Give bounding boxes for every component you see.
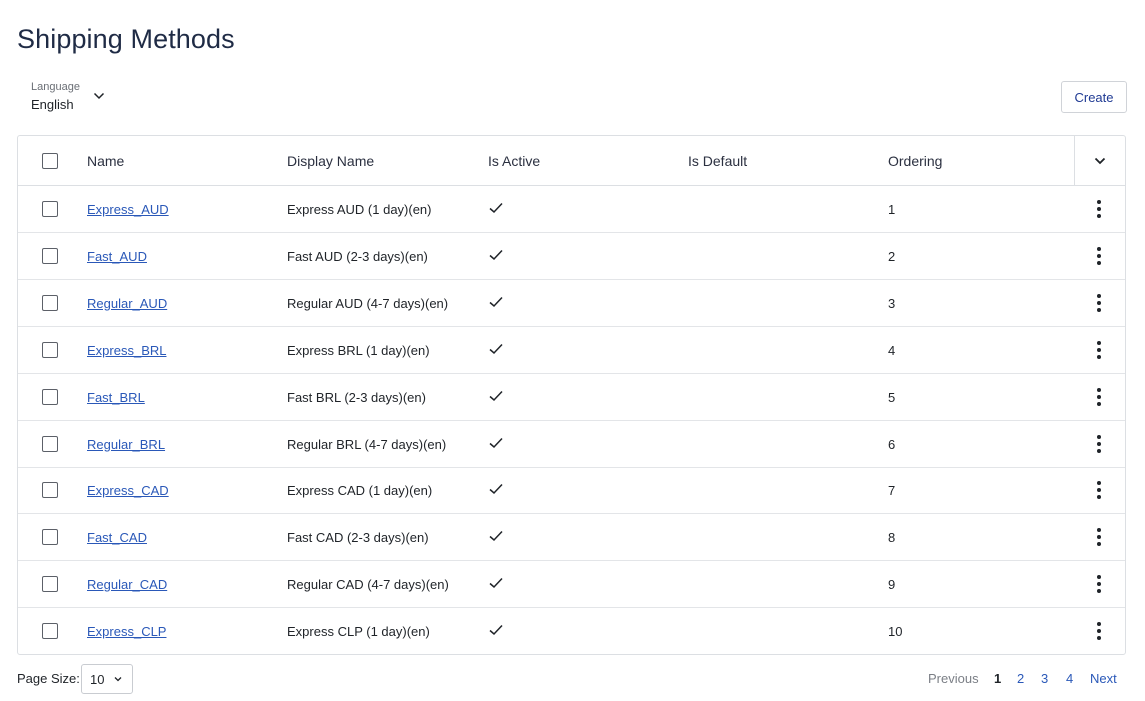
- check-icon: [489, 437, 503, 448]
- table-row: Express_CAD Express CAD (1 day)(en) 7: [18, 467, 1125, 515]
- check-icon: [489, 343, 503, 354]
- ordering-cell: 2: [888, 248, 896, 264]
- table-row: Express_CLP Express CLP (1 day)(en) 10: [18, 608, 1125, 654]
- display-name-cell: Regular AUD (4-7 days)(en): [287, 295, 449, 311]
- chevron-down-icon: [115, 677, 122, 682]
- table-row: Fast_BRL Fast BRL (2-3 days)(en) 5: [18, 374, 1125, 421]
- ordering-cell: 8: [888, 530, 896, 546]
- pagination-page-2[interactable]: 2: [1017, 671, 1024, 686]
- ordering-cell: 5: [888, 389, 896, 405]
- row-actions-menu-icon[interactable]: [1090, 573, 1108, 595]
- language-label: Language: [31, 81, 80, 93]
- row-actions-menu-icon[interactable]: [1090, 386, 1108, 408]
- shipping-method-name-link[interactable]: Express_AUD: [87, 202, 169, 217]
- pagination-previous[interactable]: Previous: [928, 671, 979, 686]
- shipping-method-name-link[interactable]: Express_CAD: [87, 483, 169, 498]
- table-row: Express_AUD Express AUD (1 day)(en) 1: [18, 186, 1125, 233]
- display-name-cell: Express CLP (1 day)(en): [287, 624, 430, 640]
- page-size-select[interactable]: 10: [81, 664, 133, 694]
- shipping-method-name-link[interactable]: Fast_CAD: [87, 530, 147, 545]
- check-icon: [489, 578, 503, 589]
- check-icon: [489, 625, 503, 636]
- shipping-method-name-link[interactable]: Regular_AUD: [87, 296, 167, 311]
- row-select-checkbox[interactable]: [42, 388, 58, 405]
- check-icon: [489, 296, 503, 307]
- check-icon: [489, 531, 503, 542]
- table-row: Regular_CAD Regular CAD (4-7 days)(en) 9: [18, 561, 1125, 609]
- row-select-checkbox[interactable]: [42, 341, 58, 358]
- table-row: Fast_CAD Fast CAD (2-3 days)(en) 8: [18, 514, 1125, 562]
- column-header-is-active[interactable]: Is Active: [488, 153, 540, 169]
- ordering-cell: 3: [888, 295, 896, 311]
- column-header-is-default[interactable]: Is Default: [688, 153, 747, 169]
- shipping-method-name-link[interactable]: Fast_AUD: [87, 249, 147, 264]
- chevron-down-icon: [1094, 157, 1106, 164]
- table-row: Fast_AUD Fast AUD (2-3 days)(en) 2: [18, 233, 1125, 280]
- row-select-checkbox[interactable]: [42, 247, 58, 264]
- table-header: Name Display Name Is Active Is Default O…: [18, 136, 1125, 186]
- display-name-cell: Express CAD (1 day)(en): [287, 483, 433, 499]
- ordering-cell: 4: [888, 342, 896, 358]
- chevron-down-icon: [93, 92, 104, 100]
- check-icon: [489, 484, 503, 495]
- row-select-checkbox[interactable]: [42, 201, 58, 217]
- row-actions-menu-icon[interactable]: [1090, 292, 1108, 314]
- display-name-cell: Express BRL (1 day)(en): [287, 342, 430, 358]
- pagination-page-4[interactable]: 4: [1066, 671, 1073, 686]
- column-options-button[interactable]: [1074, 136, 1125, 185]
- row-actions-menu-icon[interactable]: [1090, 339, 1108, 361]
- check-icon: [489, 390, 503, 401]
- column-header-display-name[interactable]: Display Name: [287, 153, 374, 169]
- row-actions-menu-icon[interactable]: [1090, 526, 1108, 548]
- pagination-page-3[interactable]: 3: [1041, 671, 1048, 686]
- row-select-checkbox[interactable]: [42, 435, 58, 452]
- row-actions-menu-icon[interactable]: [1090, 245, 1108, 267]
- column-header-name[interactable]: Name: [87, 153, 124, 169]
- display-name-cell: Regular BRL (4-7 days)(en): [287, 436, 447, 452]
- ordering-cell: 10: [888, 624, 903, 640]
- ordering-cell: 1: [888, 202, 896, 217]
- shipping-methods-table: Name Display Name Is Active Is Default O…: [17, 135, 1126, 655]
- ordering-cell: 6: [888, 436, 896, 452]
- shipping-method-name-link[interactable]: Fast_BRL: [87, 390, 145, 405]
- page-size-value: 10: [90, 671, 105, 687]
- pagination-next[interactable]: Next: [1090, 671, 1117, 686]
- shipping-method-name-link[interactable]: Regular_CAD: [87, 577, 167, 592]
- row-actions-menu-icon[interactable]: [1090, 620, 1108, 642]
- row-select-checkbox[interactable]: [42, 576, 58, 593]
- check-icon: [489, 249, 503, 260]
- page-title: Shipping Methods: [17, 24, 235, 54]
- row-actions-menu-icon[interactable]: [1090, 198, 1108, 220]
- shipping-method-name-link[interactable]: Express_CLP: [87, 624, 166, 639]
- display-name-cell: Fast AUD (2-3 days)(en): [287, 248, 428, 264]
- shipping-method-name-link[interactable]: Express_BRL: [87, 343, 166, 358]
- create-button[interactable]: Create: [1061, 81, 1127, 113]
- row-select-checkbox[interactable]: [42, 623, 58, 640]
- display-name-cell: Regular CAD (4-7 days)(en): [287, 577, 449, 593]
- display-name-cell: Fast BRL (2-3 days)(en): [287, 389, 426, 405]
- language-select[interactable]: Language English: [31, 81, 106, 113]
- table-row: Express_BRL Express BRL (1 day)(en) 4: [18, 327, 1125, 374]
- pagination-page-1[interactable]: 1: [994, 671, 1001, 686]
- check-icon: [489, 202, 503, 214]
- row-actions-menu-icon[interactable]: [1090, 479, 1108, 501]
- shipping-method-name-link[interactable]: Regular_BRL: [87, 437, 165, 452]
- table-row: Regular_AUD Regular AUD (4-7 days)(en) 3: [18, 280, 1125, 327]
- table-row: Regular_BRL Regular BRL (4-7 days)(en) 6: [18, 421, 1125, 468]
- column-header-ordering[interactable]: Ordering: [888, 153, 942, 169]
- select-all-checkbox[interactable]: [42, 153, 58, 169]
- ordering-cell: 9: [888, 577, 896, 593]
- row-select-checkbox[interactable]: [42, 294, 58, 311]
- display-name-cell: Fast CAD (2-3 days)(en): [287, 530, 429, 546]
- row-select-checkbox[interactable]: [42, 482, 58, 499]
- language-value: English: [31, 97, 74, 112]
- row-actions-menu-icon[interactable]: [1090, 433, 1108, 455]
- ordering-cell: 7: [888, 483, 896, 499]
- display-name-cell: Express AUD (1 day)(en): [287, 202, 432, 217]
- page-size-label: Page Size:: [17, 671, 80, 686]
- row-select-checkbox[interactable]: [42, 529, 58, 546]
